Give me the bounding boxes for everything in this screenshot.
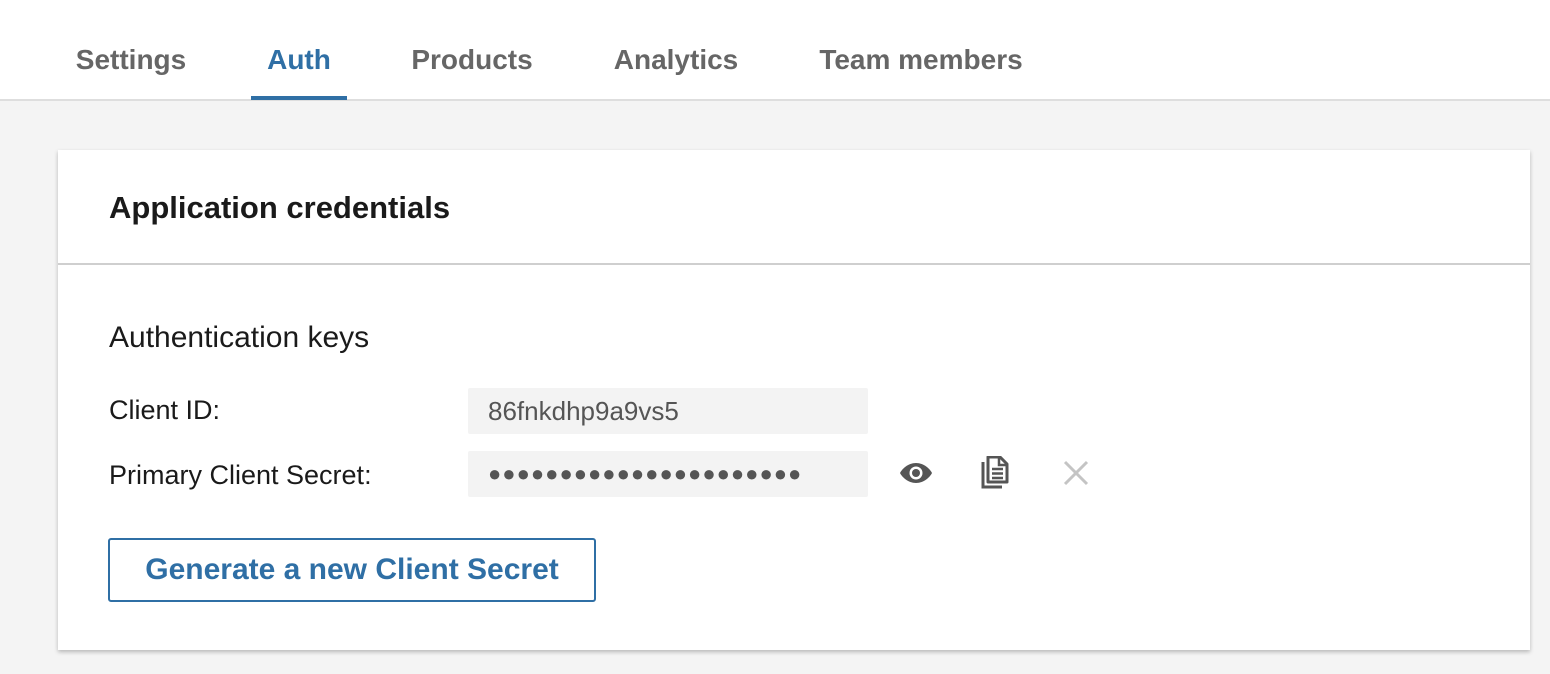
- tab-bar: Settings Auth Products Analytics Team me…: [0, 0, 1550, 101]
- close-icon[interactable]: [1056, 453, 1096, 493]
- active-tab-indicator: [251, 96, 347, 100]
- section-title: Authentication keys: [109, 321, 370, 354]
- tab-products[interactable]: Products: [410, 0, 534, 101]
- copy-icon[interactable]: [975, 453, 1015, 493]
- tab-team-members[interactable]: Team members: [817, 0, 1025, 101]
- tab-auth[interactable]: Auth: [251, 0, 347, 101]
- client-secret-label: Primary Client Secret:: [109, 460, 372, 490]
- client-secret-field[interactable]: ●●●●●●●●●●●●●●●●●●●●●●: [468, 451, 868, 497]
- generate-client-secret-button[interactable]: Generate a new Client Secret: [108, 538, 596, 602]
- card-header: Application credentials: [58, 150, 1530, 265]
- client-id-label: Client ID:: [109, 395, 221, 425]
- eye-icon[interactable]: [896, 453, 936, 493]
- card-title: Application credentials: [109, 190, 451, 225]
- tab-settings[interactable]: Settings: [74, 0, 188, 101]
- tab-analytics[interactable]: Analytics: [612, 0, 740, 101]
- credentials-card: Application credentials Authentication k…: [58, 150, 1530, 650]
- client-id-field[interactable]: 86fnkdhp9a9vs5: [468, 388, 868, 434]
